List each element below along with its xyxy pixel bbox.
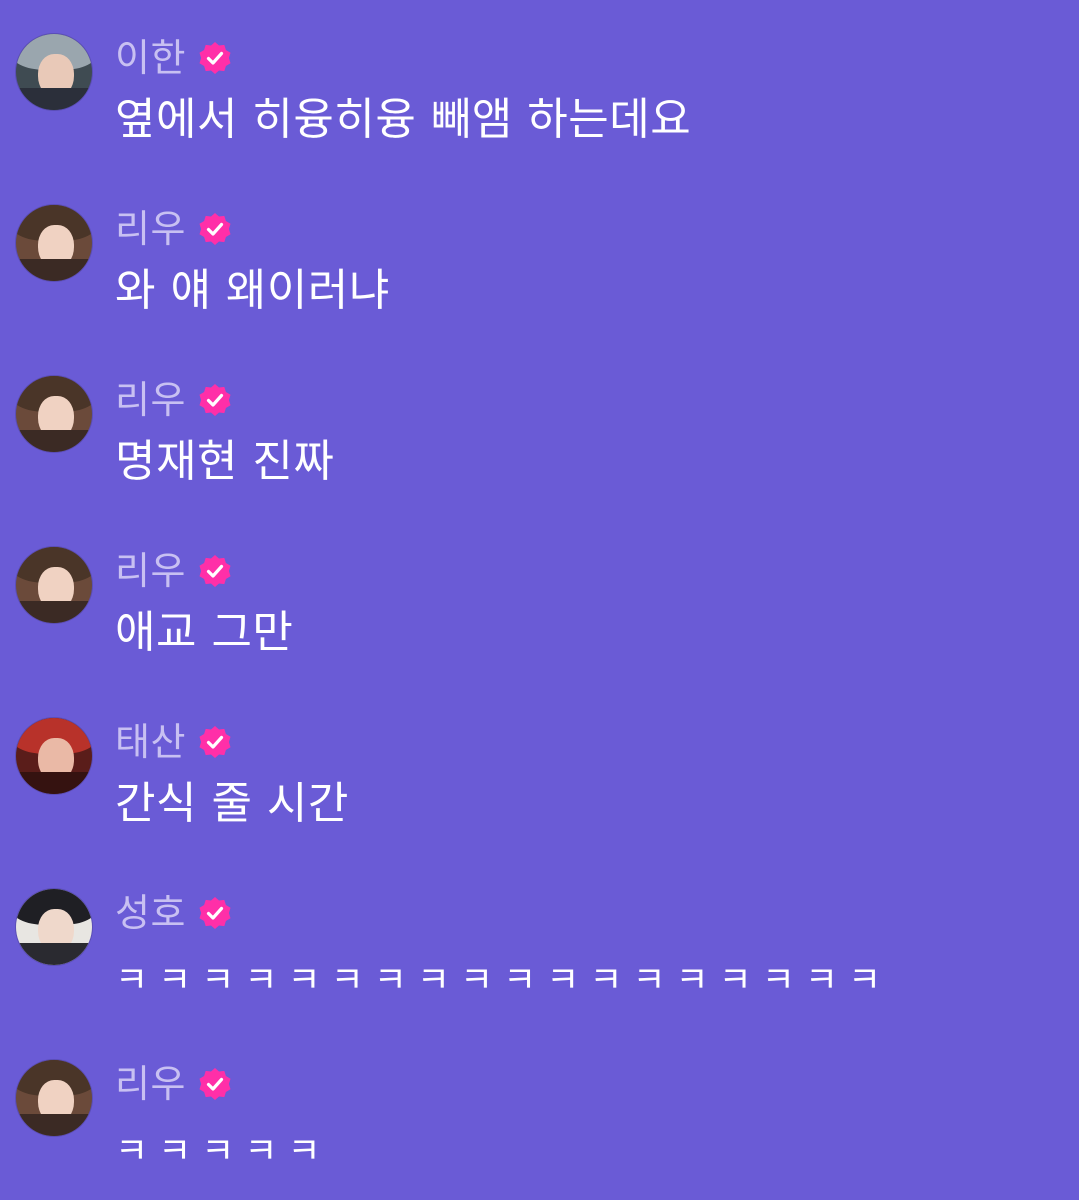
sender-name[interactable]: 리우 (115, 205, 186, 253)
sender-name[interactable]: 태산 (115, 718, 186, 766)
message-text: 간식 줄 시간 (115, 778, 349, 829)
message-header: 태산 (115, 718, 232, 766)
avatar[interactable] (16, 1060, 92, 1136)
message-text: 애교 그만 (115, 607, 294, 658)
verified-badge-icon (199, 384, 231, 416)
avatar[interactable] (16, 34, 92, 110)
sender-name[interactable]: 이한 (115, 34, 186, 82)
chat-message: 이한 옆에서 히융히융 빼앰 하는데요 (0, 0, 1079, 171)
sender-name[interactable]: 성호 (115, 889, 186, 937)
message-header: 리우 (115, 376, 232, 424)
chat-message: 태산 간식 줄 시간 (0, 684, 1079, 855)
verified-badge-icon (199, 897, 231, 929)
avatar[interactable] (16, 718, 92, 794)
verified-badge-icon (199, 726, 231, 758)
message-header: 리우 (115, 547, 232, 595)
avatar[interactable] (16, 205, 92, 281)
verified-badge-icon (199, 1068, 231, 1100)
message-text: 명재현 진짜 (115, 436, 335, 487)
sender-name[interactable]: 리우 (115, 547, 186, 595)
verified-badge-icon (199, 555, 231, 587)
sender-name[interactable]: 리우 (115, 376, 186, 424)
chat-message: 리우 명재현 진짜 (0, 342, 1079, 513)
chat-message: 리우 와 얘 왜이러냐 (0, 171, 1079, 342)
avatar[interactable] (16, 376, 92, 452)
avatar[interactable] (16, 889, 92, 965)
chat-message: 리우 ㅋㅋㅋㅋㅋ (0, 1026, 1079, 1197)
chat-message-list: 이한 옆에서 히융히융 빼앰 하는데요 리우 와 얘 왜이러냐 리우 명재현 진… (0, 0, 1079, 1200)
chat-message: 리우 애교 그만 (0, 513, 1079, 684)
message-header: 리우 (115, 205, 232, 253)
message-header: 리우 (115, 1060, 232, 1108)
message-text: ㅋㅋㅋㅋㅋ (115, 1131, 331, 1172)
message-text: 옆에서 히융히융 빼앰 하는데요 (115, 94, 692, 145)
avatar[interactable] (16, 547, 92, 623)
chat-message: 성호 ㅋㅋㅋㅋㅋㅋㅋㅋㅋㅋㅋㅋㅋㅋㅋㅋㅋㅋ (0, 855, 1079, 1026)
message-text: ㅋㅋㅋㅋㅋㅋㅋㅋㅋㅋㅋㅋㅋㅋㅋㅋㅋㅋ (115, 960, 892, 1001)
message-header: 이한 (115, 34, 232, 82)
sender-name[interactable]: 리우 (115, 1060, 186, 1108)
message-text: 와 얘 왜이러냐 (115, 265, 390, 316)
verified-badge-icon (199, 213, 231, 245)
message-header: 성호 (115, 889, 232, 937)
verified-badge-icon (199, 42, 231, 74)
